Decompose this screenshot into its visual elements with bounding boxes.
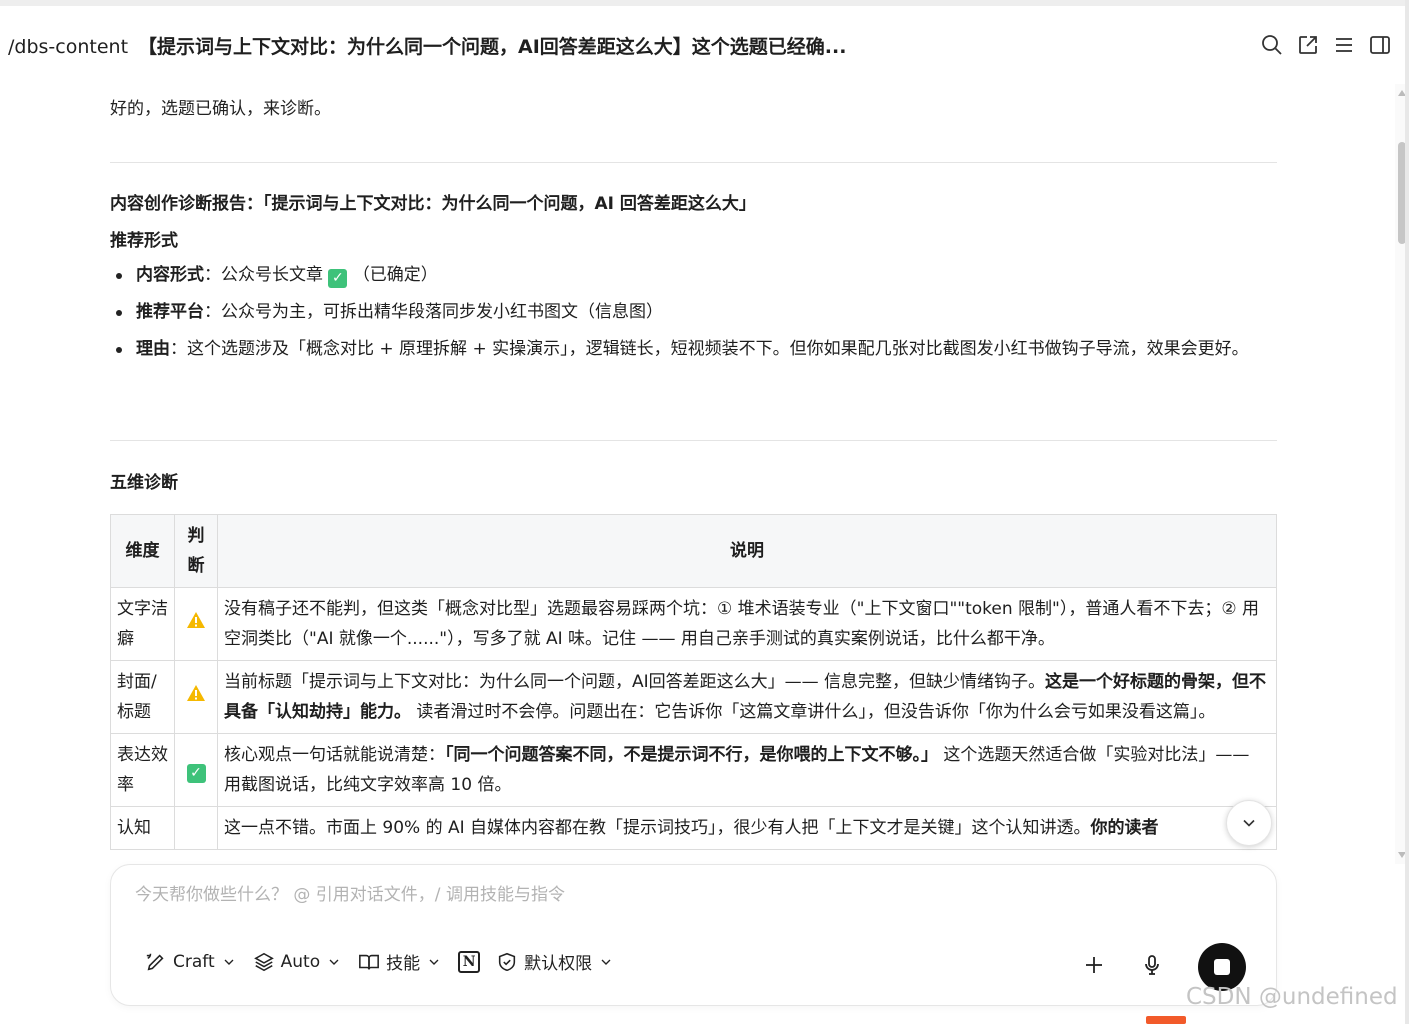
stop-icon [1214, 959, 1230, 975]
title-text: 【提示词与上下文对比：为什么同一个问题，AI回答差距这么大】这个选题已经确... [138, 35, 847, 58]
conversation-title: /dbs-content 【提示词与上下文对比：为什么同一个问题，AI回答差距这么… [8, 32, 1008, 59]
share-icon[interactable] [1295, 32, 1321, 58]
bullet-label: 内容形式 [136, 265, 204, 285]
verdict-cell [174, 660, 218, 734]
check-icon: ✓ [328, 269, 348, 288]
prompt-input[interactable] [135, 881, 1235, 909]
recommend-list: 内容形式：公众号长文章 ✓ （已确定） 推荐平台：公众号为主，可拆出精华段落同步… [110, 260, 1277, 371]
description-text: 核心观点一句话就能说清楚： [224, 745, 445, 765]
sidebar-toggle-icon[interactable] [1367, 32, 1393, 58]
diagnosis-table: 维度 判断 说明 文字洁癖 没有稿子还不能判，但这类「概念对比型」选题最容易踩两个… [110, 514, 1277, 850]
table-row: 表达效率 ✓ 核心观点一句话就能说清楚：「同一个问题答案不同，不是提示词不行，是你喂… [110, 733, 1277, 807]
list-item: 推荐平台：公众号为主，可拆出精华段落同步发小红书图文（信息图） [110, 297, 1277, 328]
table-header-row: 维度 判断 说明 [110, 514, 1277, 588]
check-icon: ✓ [186, 764, 206, 783]
warning-icon [186, 682, 206, 701]
warning-icon [186, 609, 206, 628]
search-icon[interactable] [1259, 32, 1285, 58]
chevron-down-icon [601, 959, 611, 965]
column-header-verdict: 判断 [174, 514, 218, 588]
table-row: 封面/标题 当前标题「提示词与上下文对比：为什么同一个问题，AI回答差距这么大」—… [110, 660, 1277, 734]
bullet-text: 公众号长文章 [221, 265, 329, 285]
description-cell: 这一点不错。市面上 90% 的 AI 自媒体内容都在教「提示词技巧」，很少有人把… [217, 806, 1277, 850]
model-select-button[interactable]: Auto [253, 951, 342, 973]
bullet-text: 公众号为主，可拆出精华段落同步发小红书图文（信息图） [221, 302, 663, 322]
header-toolbar [1259, 32, 1393, 58]
bullet-text: 这个选题涉及「概念对比 + 原理拆解 + 实操演示」，逻辑链长，短视频装不下。但… [187, 339, 1249, 359]
craft-mode-button[interactable]: Craft [145, 951, 237, 973]
description-text: 这一点不错。市面上 90% 的 AI 自媒体内容都在教「提示词技巧」，很少有人把… [224, 818, 1091, 838]
window-edge [1405, 0, 1409, 1024]
notion-button[interactable]: N [458, 950, 481, 973]
list-item: 内容形式：公众号长文章 ✓ （已确定） [110, 260, 1277, 291]
skills-label: 技能 [386, 954, 421, 974]
table-row: 认知 这一点不错。市面上 90% 的 AI 自媒体内容都在教「提示词技巧」，很少有… [110, 806, 1277, 850]
attach-button[interactable] [1082, 953, 1106, 981]
recommend-heading: 推荐形式 [110, 231, 178, 251]
permission-label: 默认权限 [524, 954, 593, 974]
microphone-icon [1145, 955, 1159, 975]
table-row: 文字洁癖 没有稿子还不能判，但这类「概念对比型」选题最容易踩两个坑：① 堆术语装专… [110, 587, 1277, 661]
bullet-label: 推荐平台 [136, 302, 204, 322]
book-icon [359, 954, 380, 969]
list-item: 理由：这个选题涉及「概念对比 + 原理拆解 + 实操演示」，逻辑链长，短视频装不… [110, 334, 1277, 365]
intro-text: 好的，选题已确认，来诊断。 [110, 99, 331, 119]
verdict-cell [174, 587, 218, 661]
dimension-cell: 文字洁癖 [110, 587, 175, 661]
description-cell: 当前标题「提示词与上下文对比：为什么同一个问题，AI回答差距这么大」—— 信息完… [217, 660, 1277, 734]
description-text: 读者滑过时不会停。问题出在：它告诉你「这篇文章讲什么」，但没告诉你「你为什么会亏… [411, 702, 1216, 722]
table-body: 文字洁癖 没有稿子还不能判，但这类「概念对比型」选题最容易踩两个坑：① 堆术语装专… [110, 587, 1277, 850]
description-text: 「同一个问题答案不同，不是提示词不行，是你喂的上下文不够。」 [445, 745, 938, 765]
dimension-cell: 认知 [110, 806, 175, 850]
dimension-cell: 表达效率 [110, 733, 175, 807]
bullet-label: 理由 [136, 339, 170, 359]
pen-nib-icon [146, 953, 164, 970]
chevron-down-icon [1243, 819, 1255, 827]
description-text: 当前标题「提示词与上下文对比：为什么同一个问题，AI回答差距这么大」—— 信息完… [224, 672, 1046, 692]
bullet-sep: ： [204, 265, 221, 285]
watermark: CSDN @undefined [1186, 984, 1398, 1010]
description-text: 没有稿子还不能判，但这类「概念对比型」选题最容易踩两个坑：① 堆术语装专业（"上… [224, 599, 1260, 649]
message-scroll-area[interactable]: 好的，选题已确认，来诊断。 内容创作诊断报告：「提示词与上下文对比：为什么同一个… [0, 84, 1395, 864]
bullet-sep: ： [204, 302, 221, 322]
column-header-dimension: 维度 [110, 514, 175, 588]
plus-icon [1086, 957, 1102, 973]
notion-icon: N [458, 950, 481, 973]
verdict-cell: ✓ [174, 733, 218, 807]
shield-check-icon [499, 952, 516, 971]
composer: Craft Auto 技能 N 默认权限 [110, 864, 1277, 1006]
layers-icon [253, 952, 274, 971]
description-cell: 核心观点一句话就能说清楚：「同一个问题答案不同，不是提示词不行，是你喂的上下文不… [217, 733, 1277, 807]
menu-icon[interactable] [1331, 32, 1357, 58]
model-label: Auto [280, 951, 321, 972]
dimension-cell: 封面/标题 [110, 660, 175, 734]
five-dim-heading: 五维诊断 [110, 473, 178, 493]
divider [110, 162, 1277, 163]
verdict-cell [174, 806, 218, 850]
command-name: /dbs-content [8, 35, 129, 58]
chevron-down-icon [224, 959, 234, 965]
permission-button[interactable]: 默认权限 [496, 949, 614, 974]
craft-label: Craft [173, 951, 215, 972]
chevron-down-icon [429, 959, 439, 965]
report-title: 内容创作诊断报告：「提示词与上下文对比：为什么同一个问题，AI 回答差距这么大」 [110, 194, 756, 214]
brand-mark [1146, 1016, 1186, 1024]
composer-toolbar: Craft Auto 技能 N 默认权限 [145, 949, 614, 974]
description-text: 你的读者 [1090, 818, 1159, 838]
bullet-suffix: （已确定） [352, 265, 438, 285]
bullet-sep: ： [170, 339, 187, 359]
description-cell: 没有稿子还不能判，但这类「概念对比型」选题最容易踩两个坑：① 堆术语装专业（"上… [217, 587, 1277, 661]
scroll-to-bottom-button[interactable] [1226, 800, 1272, 846]
skills-button[interactable]: 技能 [358, 949, 442, 974]
chevron-down-icon [329, 959, 339, 965]
voice-input-button[interactable] [1140, 953, 1164, 981]
column-header-description: 说明 [217, 514, 1277, 588]
divider [110, 440, 1277, 441]
chat-header: /dbs-content 【提示词与上下文对比：为什么同一个问题，AI回答差距这么… [0, 6, 1409, 84]
